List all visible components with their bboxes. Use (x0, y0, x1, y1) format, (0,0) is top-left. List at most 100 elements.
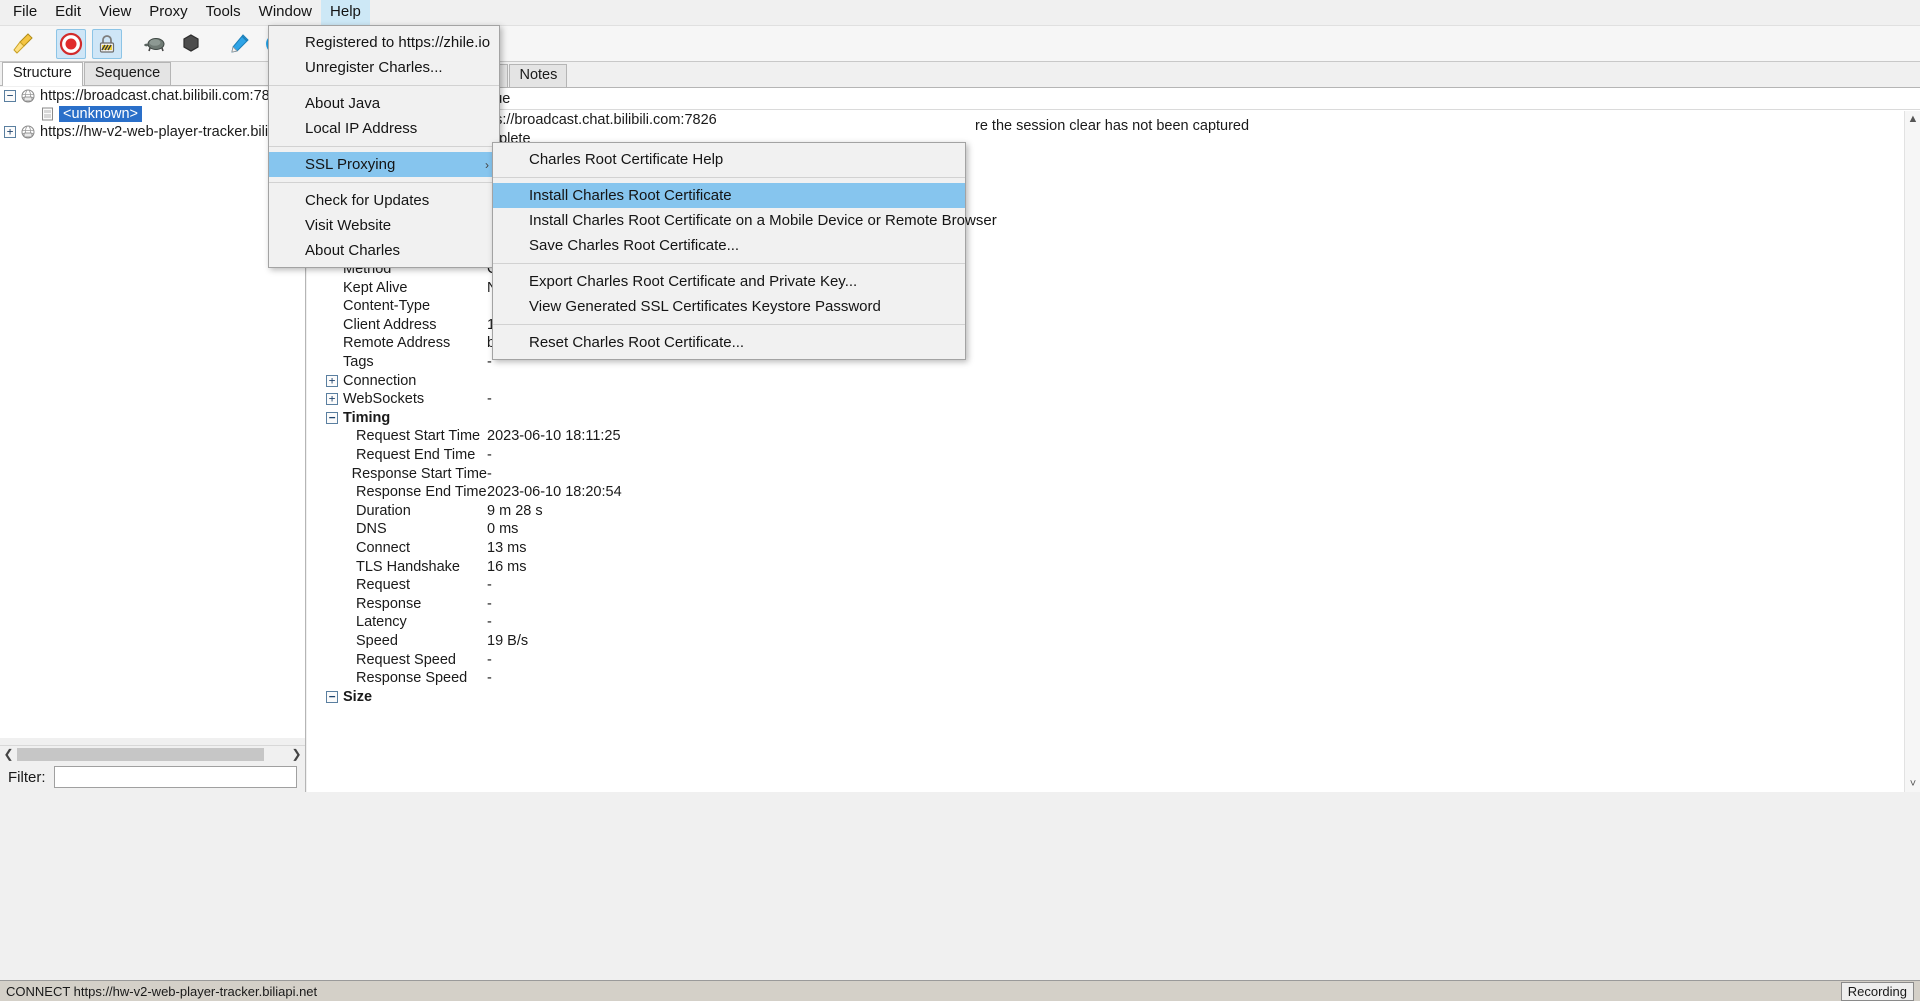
detail-row[interactable]: Speed 19 B/s (307, 632, 1904, 651)
tree-node[interactable]: <unknown> (0, 105, 305, 123)
menu-item[interactable]: Visit Website (269, 213, 499, 238)
detail-row[interactable]: + WebSockets - (307, 390, 1904, 409)
scroll-thumb[interactable] (17, 747, 264, 761)
detail-row[interactable]: Latency - (307, 613, 1904, 632)
filter-label: Filter: (8, 768, 46, 786)
tab-sequence[interactable]: Sequence (83, 62, 172, 85)
toggle-spacer (326, 300, 338, 312)
expand-toggle-icon[interactable]: + (4, 126, 16, 138)
detail-row[interactable]: Duration 9 m 28 s (307, 501, 1904, 520)
detail-key-label: Response (356, 595, 422, 612)
help-menu[interactable]: Registered to https://zhile.io Unregister… (268, 25, 500, 268)
detail-vertical-scrollbar[interactable]: ▲ ˅ (1904, 111, 1920, 792)
menu-edit[interactable]: Edit (46, 0, 90, 25)
menu-item[interactable]: Charles Root Certificate Help (493, 147, 965, 172)
detail-row-value: - (487, 391, 492, 408)
menu-item-label: Export Charles Root Certificate and Priv… (529, 273, 858, 290)
toggle-spacer (326, 282, 338, 294)
tree-node[interactable]: + https://hw-v2-web-player-tracker.bilia (0, 123, 305, 141)
scroll-right-arrow[interactable]: ❯ (288, 746, 305, 763)
menu-item[interactable]: Install Charles Root Certificate on a Mo… (493, 208, 997, 233)
menu-item[interactable]: Reset Charles Root Certificate... (493, 330, 965, 355)
scroll-left-arrow[interactable]: ❮ (0, 746, 17, 763)
detail-key-label: Response Start Time (351, 465, 487, 482)
detail-row-value: 2023-06-10 18:11:25 (487, 428, 621, 445)
menu-view[interactable]: View (90, 0, 140, 25)
detail-row-value: 19 B/s (487, 632, 529, 649)
expand-toggle-icon[interactable]: + (326, 393, 338, 406)
host-icon (21, 125, 35, 139)
menu-item-label: Visit Website (305, 217, 392, 234)
ssl-proxying-icon[interactable] (92, 28, 122, 59)
detail-row[interactable]: − Timing (307, 409, 1904, 428)
tab-notes[interactable]: Notes (509, 64, 568, 87)
detail-key-label: Request Start Time (356, 428, 481, 445)
detail-row[interactable]: Response Speed - (307, 669, 1904, 688)
detail-row[interactable]: Request - (307, 576, 1904, 595)
collapse-toggle-icon[interactable]: − (4, 90, 16, 102)
detail-row[interactable]: Response End Time 2023-06-10 18:20:54 (307, 483, 1904, 502)
session-tree[interactable]: − https://broadcast.chat.bilibili.com:782… (0, 87, 305, 738)
toggle-spacer (24, 108, 36, 120)
tab-structure[interactable]: Structure (2, 62, 83, 86)
menu-file[interactable]: File (4, 0, 46, 25)
detail-row[interactable]: Connect 13 ms (307, 539, 1904, 558)
filter-input[interactable] (53, 766, 297, 788)
detail-row-key: Tags (307, 354, 487, 370)
toggle-spacer (339, 672, 351, 684)
menu-item[interactable]: Save Charles Root Certificate... (493, 233, 965, 258)
menu-item[interactable]: Registered to https://zhile.io (269, 30, 499, 55)
clear-session-icon[interactable] (8, 29, 38, 59)
detail-row[interactable]: + Connection (307, 371, 1904, 390)
throttling-icon[interactable] (140, 29, 170, 59)
collapse-toggle-icon[interactable]: − (326, 690, 338, 703)
menu-tools[interactable]: Tools (197, 0, 250, 25)
detail-row[interactable]: Request Speed - (307, 650, 1904, 669)
toggle-spacer (339, 449, 351, 461)
menu-item[interactable]: Local IP Address (269, 116, 499, 141)
menu-item[interactable]: About Java (269, 91, 499, 116)
detail-key-label: Duration (356, 502, 411, 519)
scroll-down-arrow[interactable]: ˅ (1905, 776, 1920, 792)
menu-item[interactable]: Export Charles Root Certificate and Priv… (493, 269, 965, 294)
menu-item[interactable]: View Generated SSL Certificates Keystore… (493, 294, 965, 319)
detail-row[interactable]: Response - (307, 594, 1904, 613)
scroll-up-arrow[interactable]: ▲ (1905, 111, 1920, 127)
detail-row[interactable]: Request Start Time 2023-06-10 18:11:25 (307, 427, 1904, 446)
detail-row[interactable]: DNS 0 ms (307, 520, 1904, 539)
detail-row[interactable]: TLS Handshake 16 ms (307, 557, 1904, 576)
scroll-track[interactable] (17, 747, 288, 761)
menu-item[interactable]: Unregister Charles... (269, 55, 499, 80)
breakpoints-icon[interactable] (176, 29, 206, 59)
menu-item[interactable]: Check for Updates (269, 188, 499, 213)
menu-item[interactable]: Install Charles Root Certificate (493, 183, 965, 208)
menu-help[interactable]: Help (321, 0, 370, 25)
ssl-proxying-submenu[interactable]: Charles Root Certificate Help Install Cha… (492, 142, 997, 360)
compose-icon[interactable] (224, 29, 254, 59)
menu-separator (493, 324, 965, 325)
expand-toggle-icon[interactable]: + (326, 374, 338, 387)
menu-item-label: View Generated SSL Certificates Keystore… (529, 298, 881, 315)
toggle-spacer (339, 505, 351, 517)
tree-horizontal-scrollbar[interactable]: ❮ ❯ (0, 745, 305, 762)
collapse-toggle-icon[interactable]: − (326, 411, 338, 424)
status-badge[interactable]: Recording (1840, 981, 1914, 1001)
menu-item[interactable]: About Charles (269, 238, 499, 263)
detail-row-key: + Connection (307, 373, 487, 389)
toggle-spacer (326, 356, 338, 368)
detail-column-headers: lue (307, 88, 1920, 110)
left-tab-strip: Structure Sequence (0, 62, 305, 86)
toggle-spacer (339, 598, 351, 610)
detail-row[interactable]: Request End Time - (307, 446, 1904, 465)
detail-row-value: - (487, 577, 492, 594)
detail-key-label: Latency (356, 614, 407, 631)
menu-item[interactable]: SSL Proxying › (269, 152, 499, 177)
detail-key-label: Tags (343, 354, 374, 371)
detail-row[interactable]: Response Start Time - (307, 464, 1904, 483)
menu-proxy[interactable]: Proxy (140, 0, 196, 25)
menu-window[interactable]: Window (250, 0, 321, 25)
tree-node[interactable]: − https://broadcast.chat.bilibili.com:782 (0, 87, 305, 105)
record-icon[interactable] (56, 28, 86, 59)
detail-row[interactable]: − Size (307, 687, 1904, 706)
detail-row-key: Request (307, 577, 487, 593)
